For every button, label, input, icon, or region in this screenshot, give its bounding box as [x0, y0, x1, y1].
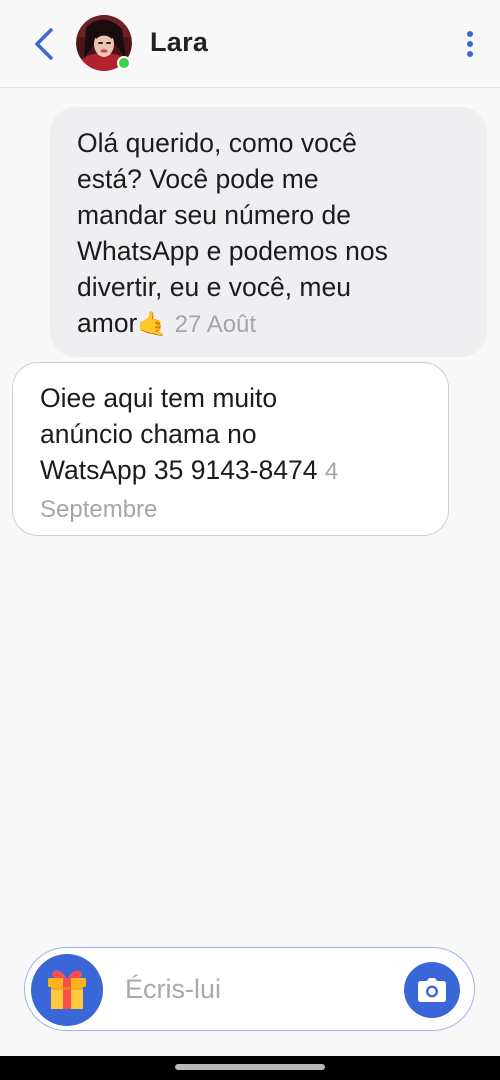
call-me-hand-emoji: 🤙 — [137, 311, 168, 338]
chat-header: Lara — [0, 0, 500, 88]
more-options-button[interactable] — [460, 26, 480, 62]
chevron-left-icon — [35, 28, 53, 60]
message-text: Olá querido, como você está? Você pode m… — [77, 128, 388, 338]
message-timestamp: 27 Août — [174, 311, 257, 338]
incoming-message-bubble[interactable]: Olá querido, como você está? Você pode m… — [50, 107, 487, 357]
online-status-dot — [117, 56, 131, 70]
outgoing-message-bubble[interactable]: Oiee aqui tem muito anúncio chama no Wat… — [12, 362, 449, 536]
gift-icon — [48, 970, 86, 1009]
home-indicator[interactable] — [175, 1064, 325, 1070]
more-vertical-icon — [467, 31, 473, 57]
contact-name[interactable]: Lara — [150, 27, 208, 58]
gift-button[interactable] — [31, 954, 103, 1026]
camera-button[interactable] — [404, 962, 460, 1018]
message-text: Oiee aqui tem muito anúncio chama no Wat… — [40, 383, 318, 485]
message-composer — [24, 947, 475, 1031]
contact-avatar[interactable] — [76, 15, 132, 71]
system-navigation-bar — [0, 1056, 500, 1080]
camera-icon — [418, 978, 446, 1002]
back-button[interactable] — [26, 24, 62, 64]
message-input[interactable] — [125, 966, 395, 1012]
